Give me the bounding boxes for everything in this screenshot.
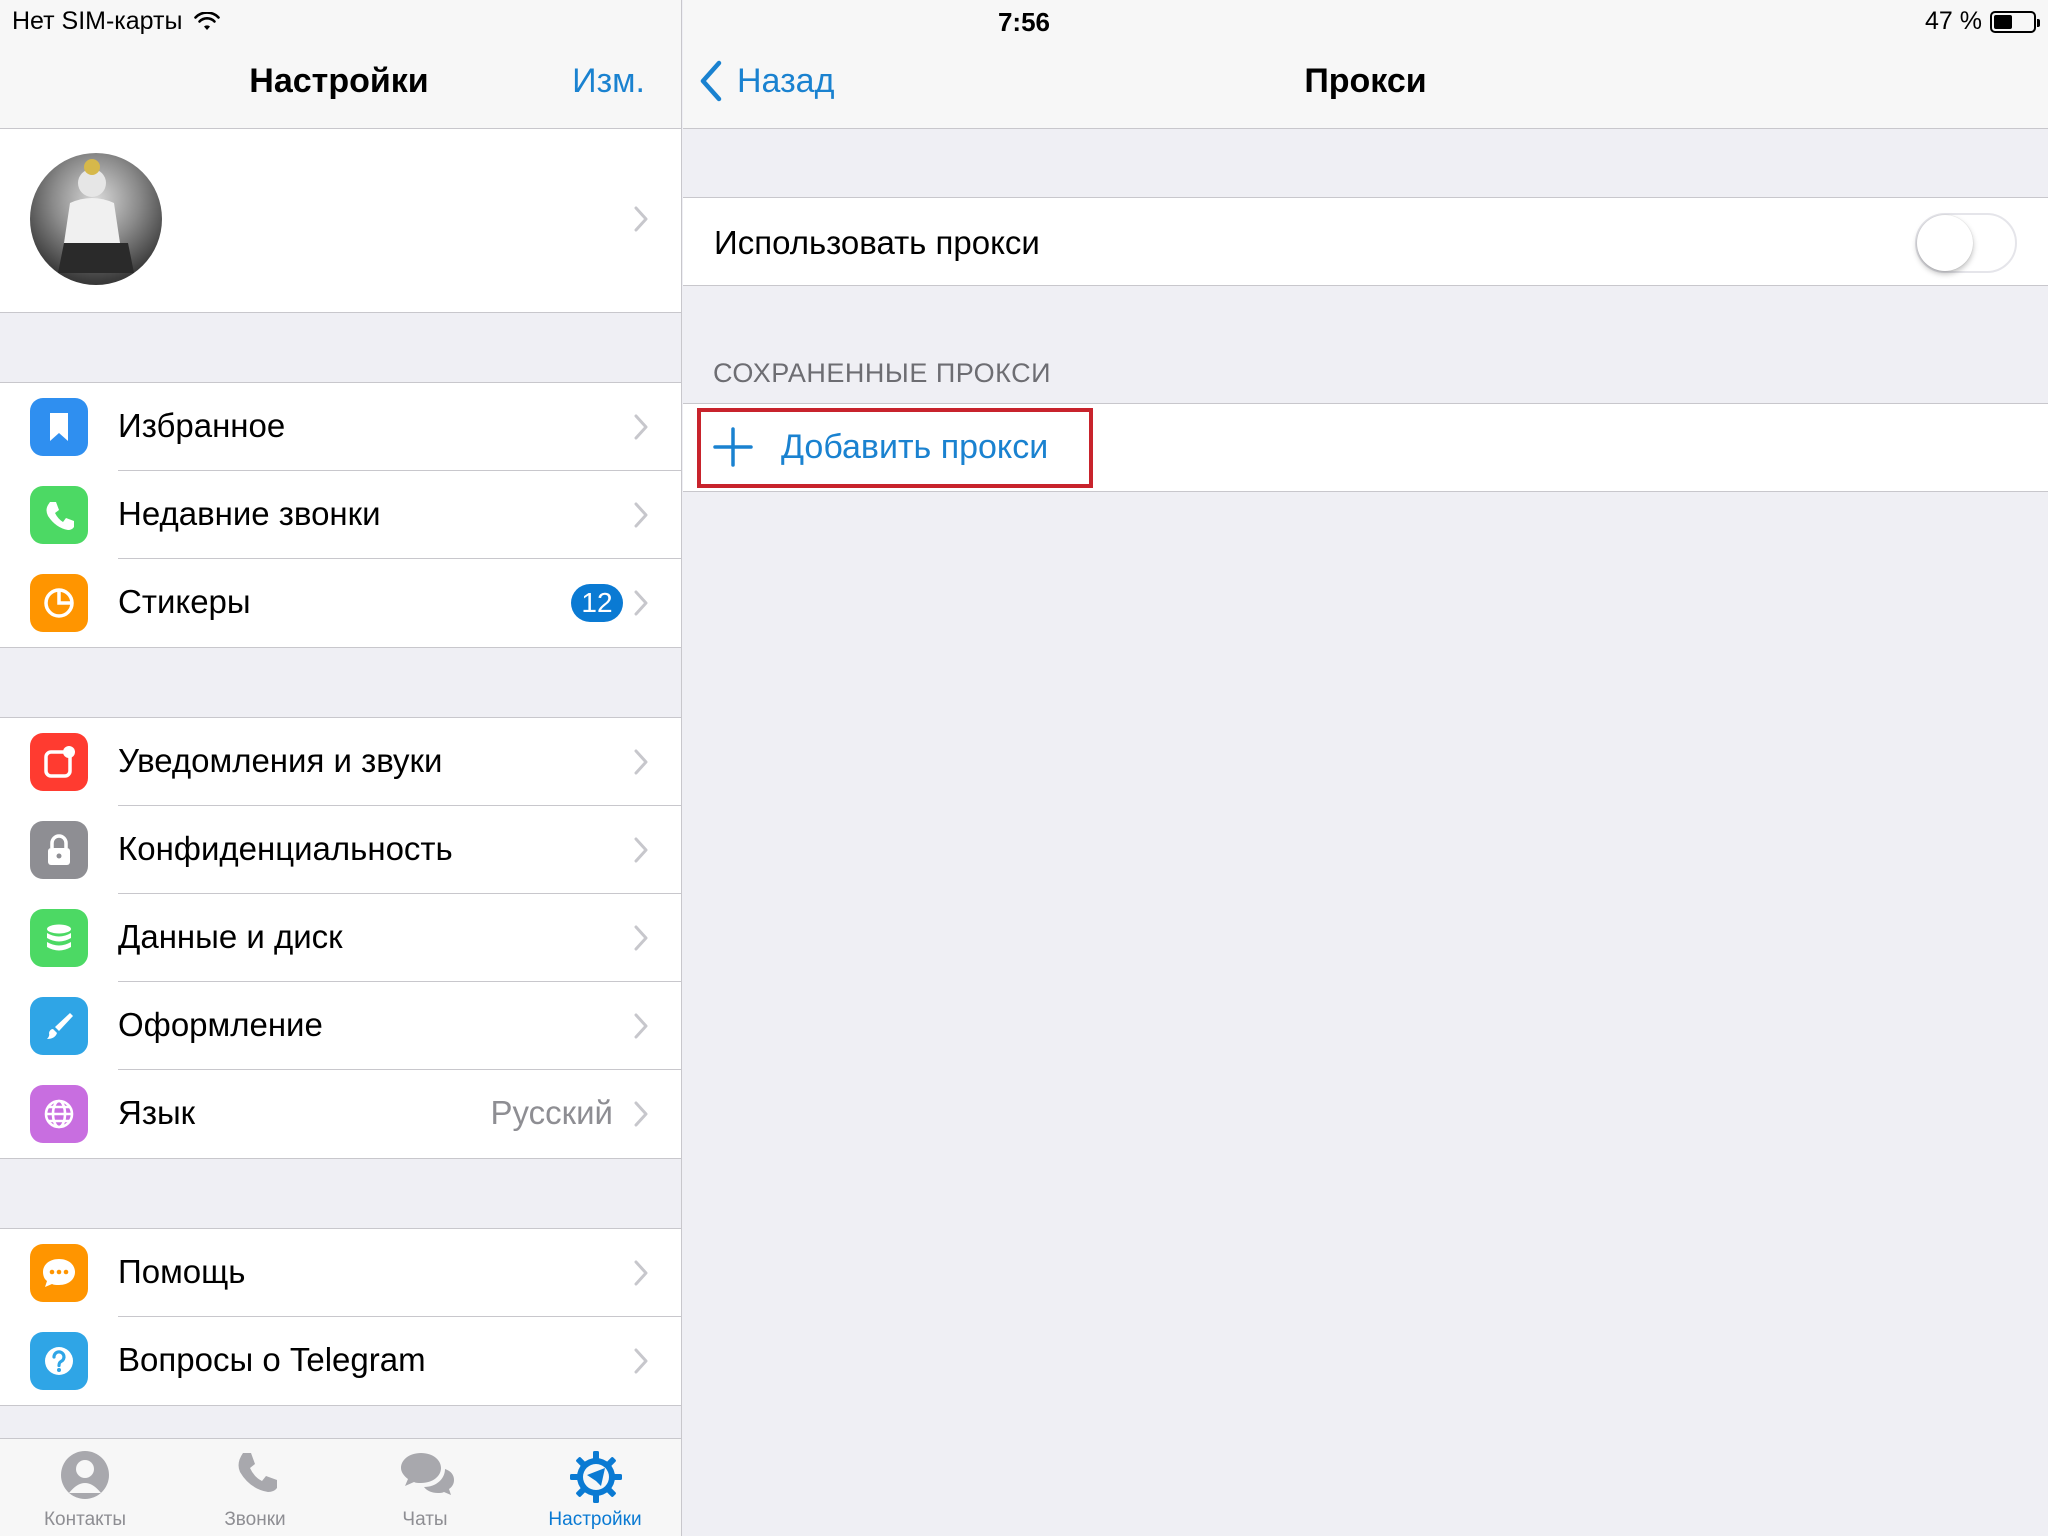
tab-calls[interactable]: Звонки — [170, 1439, 340, 1536]
chevron-right-icon — [634, 206, 648, 232]
settings-group-1: Избранное Недавние звонки Стикеры 12 — [0, 382, 681, 648]
settings-item-notifications[interactable]: Уведомления и звуки — [0, 718, 681, 806]
chevron-right-icon — [634, 590, 648, 616]
settings-item-label: Данные и диск — [118, 918, 343, 955]
settings-item-label: Язык — [118, 1094, 196, 1131]
edit-button[interactable]: Изм. — [572, 62, 645, 101]
settings-item-data-storage[interactable]: Данные и диск — [0, 894, 681, 982]
add-proxy-row: Добавить прокси — [683, 403, 2048, 492]
battery-percent: 47 % — [1925, 7, 1982, 35]
settings-item-label: Уведомления и звуки — [118, 742, 443, 779]
add-proxy-button[interactable]: Добавить прокси — [781, 428, 1048, 467]
database-icon — [30, 909, 88, 967]
settings-item-label: Конфиденциальность — [118, 830, 453, 867]
chat-bubble-icon — [30, 1244, 88, 1302]
tab-settings[interactable]: Настройки — [510, 1439, 680, 1536]
question-icon — [30, 1332, 88, 1390]
settings-item-appearance[interactable]: Оформление — [0, 982, 681, 1070]
lock-icon — [30, 821, 88, 879]
settings-item-label: Помощь — [118, 1253, 246, 1290]
tab-contacts[interactable]: Контакты — [0, 1439, 170, 1536]
chevron-right-icon — [634, 502, 648, 528]
chat-bubbles-icon — [401, 1453, 454, 1495]
chevron-right-icon — [634, 1260, 648, 1286]
settings-group-3: Помощь Вопросы о Telegram — [0, 1228, 681, 1406]
battery-fill — [1994, 14, 2012, 29]
tab-label: Контакты — [43, 1509, 127, 1530]
gear-icon — [570, 1451, 622, 1503]
tab-bar: Контакты Звонки Чаты Настройки — [0, 1438, 681, 1536]
status-right: 47 % — [1925, 7, 2040, 36]
settings-item-language[interactable]: Язык Русский — [0, 1070, 681, 1158]
saved-proxies-header: СОХРАНЕННЫЕ ПРОКСИ — [713, 358, 1051, 388]
chevron-right-icon — [634, 1013, 648, 1039]
settings-pane: Настройки Изм. Избранное Недавние звонки… — [0, 0, 682, 1536]
settings-item-recent-calls[interactable]: Недавние звонки — [0, 471, 681, 559]
settings-item-favorites[interactable]: Избранное — [0, 383, 681, 471]
avatar — [30, 153, 162, 285]
settings-item-privacy[interactable]: Конфиденциальность — [0, 806, 681, 894]
profile-row[interactable] — [0, 129, 681, 313]
chevron-right-icon — [634, 1101, 648, 1127]
bookmark-icon — [30, 398, 88, 456]
brush-icon — [30, 997, 88, 1055]
page-title: Прокси — [1304, 62, 1427, 100]
tab-label: Звонки — [224, 1509, 286, 1530]
chevron-right-icon — [634, 837, 648, 863]
proxy-pane: Назад Прокси Использовать прокси СОХРАНЕ… — [683, 0, 2048, 1536]
use-proxy-row: Использовать прокси — [683, 197, 2048, 286]
phone-icon — [30, 486, 88, 544]
tab-chats[interactable]: Чаты — [340, 1439, 510, 1536]
clock: 7:56 — [997, 7, 1051, 37]
settings-item-stickers[interactable]: Стикеры 12 — [0, 559, 681, 647]
settings-item-label: Вопросы о Telegram — [118, 1341, 426, 1378]
chevron-right-icon — [634, 925, 648, 951]
chevron-right-icon — [634, 1348, 648, 1374]
person-icon — [61, 1451, 109, 1499]
settings-item-help[interactable]: Помощь — [0, 1229, 681, 1317]
settings-item-label: Стикеры — [118, 583, 251, 620]
phone-icon — [238, 1453, 277, 1492]
avatar-photo — [58, 159, 134, 273]
settings-item-label: Оформление — [118, 1006, 323, 1043]
chevron-right-icon — [634, 749, 648, 775]
toggle-knob — [1917, 215, 1973, 271]
settings-item-label: Избранное — [118, 407, 286, 444]
settings-group-2: Уведомления и звуки Конфиденциальность Д… — [0, 717, 681, 1159]
globe-icon — [30, 1085, 88, 1143]
status-bar: Нет SIM-карты 7:56 47 % — [0, 0, 2048, 40]
tab-label: Настройки — [548, 1509, 642, 1530]
notification-icon — [30, 733, 88, 791]
use-proxy-label: Использовать прокси — [714, 224, 1040, 261]
battery-icon — [1990, 10, 2040, 33]
chevron-right-icon — [634, 414, 648, 440]
plus-icon — [713, 427, 753, 467]
use-proxy-toggle[interactable] — [1915, 213, 2017, 273]
settings-item-label: Недавние звонки — [118, 495, 381, 532]
settings-item-faq[interactable]: Вопросы о Telegram — [0, 1317, 681, 1405]
language-value: Русский — [490, 1094, 613, 1131]
tab-label: Чаты — [402, 1509, 448, 1530]
stickers-badge: 12 — [571, 584, 623, 622]
sticker-icon — [30, 574, 88, 632]
